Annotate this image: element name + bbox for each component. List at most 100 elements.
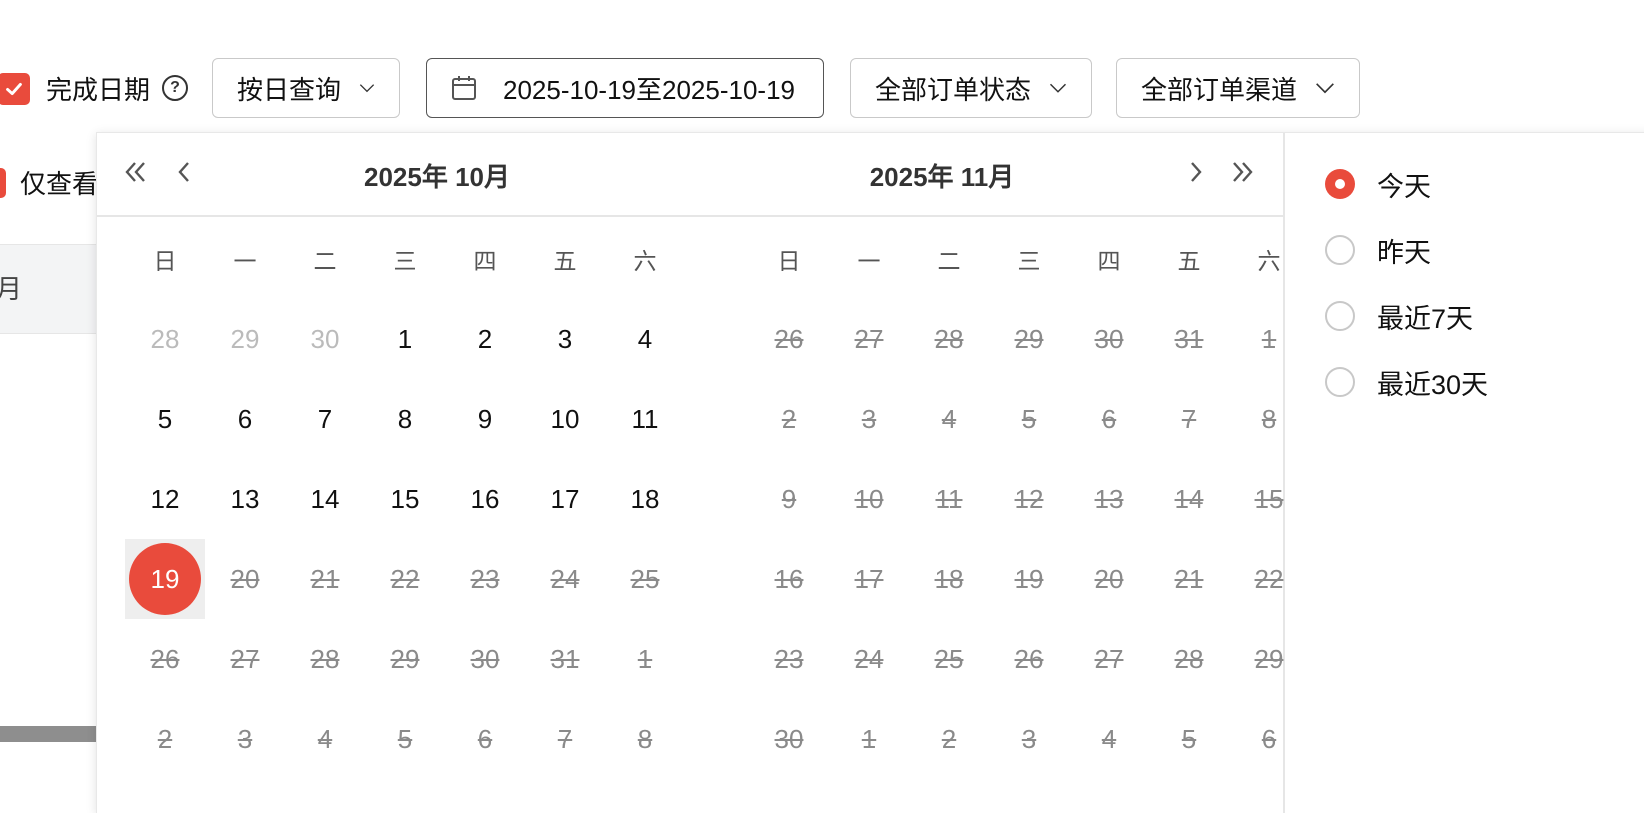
only-view-checkbox[interactable] — [0, 168, 6, 198]
calendar-day-number: 30 — [1094, 323, 1124, 354]
shortcut-label: 最近30天 — [1377, 369, 1489, 400]
calendar-day[interactable]: 6 — [205, 379, 285, 459]
calendar-day-number: 28 — [150, 323, 180, 354]
calendar-day-number: 8 — [637, 723, 653, 754]
calendar-day-number: 5 — [157, 403, 173, 434]
calendar-day: 3 — [829, 379, 909, 459]
calendar-day: 2 — [749, 379, 829, 459]
calendar-day: 28 — [1149, 619, 1229, 699]
calendar-day[interactable]: 17 — [525, 459, 605, 539]
calendar-day-number: 4 — [1101, 723, 1117, 754]
calendar-day-number: 23 — [470, 563, 500, 594]
left-calendar: 日一二三四五六 28 29 30 1 2 3 4 5 6 7 8 9 10 11 12 13 14 15 16 17 1… — [125, 219, 685, 779]
calendar-day: 31 — [525, 619, 605, 699]
weekday-header: 一 — [233, 248, 257, 274]
calendar-day-number: 30 — [774, 723, 804, 754]
calendar-day-number: 3 — [1021, 723, 1037, 754]
calendar-day[interactable]: 7 — [285, 379, 365, 459]
weekday-header: 三 — [393, 248, 417, 274]
calendar-day-number: 22 — [390, 563, 420, 594]
left-month-title[interactable]: 2025年 10月 — [297, 157, 577, 194]
right-weekday-row: 日一二三四五六 — [749, 219, 1309, 299]
order-channel-select[interactable]: 全部订单渠道 — [1116, 58, 1360, 118]
radio-button[interactable] — [1325, 235, 1355, 265]
calendar-day: 15 — [1229, 459, 1309, 539]
calendar-day: 7 — [1149, 379, 1229, 459]
calendar-day[interactable]: 5 — [125, 379, 205, 459]
calendar-day-number: 31 — [550, 643, 580, 674]
calendar-day-number: 20 — [230, 563, 260, 594]
calendar-day: 27 — [205, 619, 285, 699]
calendar-day[interactable]: 16 — [445, 459, 525, 539]
question-circle-icon[interactable]: ? — [162, 75, 188, 101]
calendar-day-number: 23 — [774, 643, 804, 674]
date-range-input[interactable]: 2025-10-19至2025-10-19 — [426, 58, 824, 118]
calendar-day[interactable]: 30 — [285, 299, 365, 379]
finish-date-checkbox[interactable] — [0, 73, 30, 105]
chevron-right-icon[interactable] — [1181, 157, 1211, 187]
calendar-day: 8 — [1229, 379, 1309, 459]
date-picker-popup: 2025年 10月 2025年 11月 日一二三四五六 28 29 30 1 2 3 4 5 6… — [96, 132, 1644, 813]
shortcut-option[interactable]: 今天 — [1325, 159, 1488, 209]
horizontal-scrollbar[interactable] — [0, 726, 100, 742]
radio-button[interactable] — [1325, 169, 1355, 199]
calendar-day-number: 11 — [935, 483, 963, 514]
calendar-day: 12 — [989, 459, 1069, 539]
weekday-header: 一 — [857, 248, 881, 274]
double-chevron-right-icon[interactable] — [1227, 157, 1257, 187]
shortcut-option[interactable]: 最近7天 — [1325, 291, 1488, 341]
calendar-day[interactable]: 12 — [125, 459, 205, 539]
query-mode-select[interactable]: 按日查询 — [212, 58, 400, 118]
calendar-day: 19 — [989, 539, 1069, 619]
shortcut-label: 最近7天 — [1377, 303, 1474, 334]
calendar-day: 17 — [829, 539, 909, 619]
calendar-day: 24 — [525, 539, 605, 619]
calendar-day[interactable]: 3 — [525, 299, 605, 379]
calendar-day[interactable]: 14 — [285, 459, 365, 539]
order-status-select[interactable]: 全部订单状态 — [850, 58, 1092, 118]
calendar-day-number: 16 — [470, 483, 500, 514]
right-calendar: 日一二三四五六 26 27 28 29 30 31 1 2 3 4 5 6 7 8 9 10 11 12 13 14 1… — [749, 219, 1309, 779]
calendar-day[interactable]: 13 — [205, 459, 285, 539]
calendar-day[interactable]: 29 — [205, 299, 285, 379]
calendar-day: 2 — [909, 699, 989, 779]
table-header-text: 月 — [0, 274, 23, 304]
calendar-day: 14 — [1149, 459, 1229, 539]
finish-date-label: 完成日期 — [46, 75, 151, 105]
shortcut-option[interactable]: 昨天 — [1325, 225, 1488, 275]
radio-button[interactable] — [1325, 301, 1355, 331]
double-chevron-left-icon[interactable] — [121, 157, 151, 187]
chevron-left-icon[interactable] — [169, 157, 199, 187]
calendar-day: 29 — [989, 299, 1069, 379]
right-month-title[interactable]: 2025年 11月 — [802, 157, 1082, 194]
calendar-day: 30 — [445, 619, 525, 699]
calendar-day-number: 30 — [470, 643, 500, 674]
calendar-day[interactable]: 15 — [365, 459, 445, 539]
calendar-day-number: 1 — [861, 723, 877, 754]
calendar-day[interactable]: 1 — [365, 299, 445, 379]
calendar-day: 13 — [1069, 459, 1149, 539]
calendar-day-number: 24 — [550, 563, 580, 594]
calendar-day-number: 11 — [631, 403, 659, 434]
left-day-grid: 28 29 30 1 2 3 4 5 6 7 8 9 10 11 12 13 14 15 16 17 18 19 20 21 2… — [125, 299, 685, 779]
calendar-day[interactable]: 28 — [125, 299, 205, 379]
calendar-day[interactable]: 9 — [445, 379, 525, 459]
calendar-day-number: 12 — [150, 483, 180, 514]
calendar-day-number: 20 — [1094, 563, 1124, 594]
weekday-header: 四 — [473, 248, 497, 274]
calendar-day-number: 3 — [237, 723, 253, 754]
calendar-day[interactable]: 18 — [605, 459, 685, 539]
calendar-day-number: 2 — [157, 723, 173, 754]
radio-button[interactable] — [1325, 367, 1355, 397]
calendar-day[interactable]: 10 — [525, 379, 605, 459]
calendar-day[interactable]: 11 — [605, 379, 685, 459]
left-weekday-row: 日一二三四五六 — [125, 219, 685, 299]
shortcut-option[interactable]: 最近30天 — [1325, 357, 1488, 407]
calendar-day-selected[interactable]: 19 — [125, 539, 205, 619]
shortcut-label: 昨天 — [1377, 237, 1431, 268]
calendar-day-number: 21 — [1174, 563, 1204, 594]
calendar-day-number: 10 — [550, 403, 580, 434]
calendar-day[interactable]: 2 — [445, 299, 525, 379]
calendar-day[interactable]: 4 — [605, 299, 685, 379]
calendar-day[interactable]: 8 — [365, 379, 445, 459]
